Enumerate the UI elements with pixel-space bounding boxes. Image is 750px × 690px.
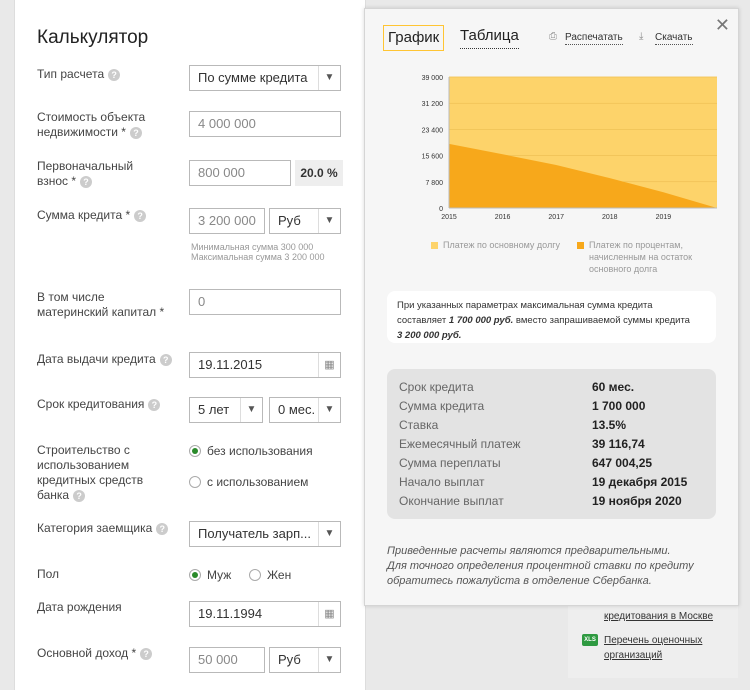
results-modal: ✕ График Таблица ⎙ Распечатать ⤓ Скачать… (364, 8, 739, 606)
chevron-down-icon: ▼ (318, 209, 340, 233)
summary-table: Срок кредита 60 мес. Сумма кредита 1 700 0… (387, 369, 716, 519)
calc-type-label: Тип расчета? (37, 67, 121, 82)
chevron-down-icon: ▼ (318, 522, 340, 546)
x-tick-label: 2019 (656, 214, 672, 221)
down-payment-input[interactable]: 800 000 (189, 160, 291, 186)
disclaimer-text: Приведенные расчеты являются предварител… (387, 545, 694, 587)
y-tick-label: 39 000 (422, 75, 444, 82)
income-input[interactable]: 50 000 (189, 647, 265, 673)
gender-radio-female[interactable]: Жен (249, 568, 291, 582)
loan-amount-input[interactable]: 3 200 000 (189, 208, 265, 234)
x-tick-label: 2016 (495, 214, 511, 221)
y-tick-label: 15 600 (422, 154, 444, 161)
issue-date-label: Дата выдачи кредита? (37, 352, 172, 367)
down-payment-label: Первоначальный взнос *? (37, 159, 134, 188)
help-icon[interactable]: ? (73, 489, 86, 502)
xls-file-icon: XLS (582, 634, 598, 646)
chevron-down-icon: ▼ (318, 398, 340, 422)
max-amount-note: При указанных параметрах максимальная су… (387, 291, 716, 343)
legend-swatch (577, 242, 584, 249)
help-icon[interactable]: ? (148, 398, 161, 411)
loan-amount-hint: Минимальная сумма 300 000 Максимальная су… (191, 242, 325, 262)
help-icon[interactable]: ? (140, 647, 153, 660)
y-tick-label: 31 200 (422, 101, 444, 108)
term-years-select[interactable]: 5 лет ▼ (189, 397, 263, 423)
legend-principal: Платеж по основному долгу (431, 239, 560, 251)
property-cost-input[interactable]: 4 000 000 (189, 111, 341, 137)
calendar-icon[interactable]: ▦ (318, 353, 340, 377)
side-links-box: кредитования в Москве XLS Перечень оцено… (568, 606, 738, 678)
payments-chart: 39 000 31 200 23 400 15 600 7 800 02015 2016 20… (422, 75, 717, 221)
y-tick-label: 23 400 (422, 127, 444, 134)
birth-date-label: Дата рождения (37, 600, 122, 614)
y-tick-label: 0 (439, 206, 443, 213)
legend-swatch (431, 242, 438, 249)
term-label: Срок кредитования? (37, 397, 161, 412)
issue-date-input[interactable]: 19.11.2015 ▦ (189, 352, 341, 378)
borrower-category-select[interactable]: Получатель зарп... ▼ (189, 521, 341, 547)
income-label: Основной доход *? (37, 646, 153, 661)
calc-type-select[interactable]: По сумме кредита ▼ (189, 65, 341, 91)
term-months-select[interactable]: 0 мес. ▼ (269, 397, 341, 423)
gender-radio-male[interactable]: Муж (189, 568, 231, 582)
gender-label: Пол (37, 567, 60, 581)
calendar-icon[interactable]: ▦ (318, 602, 340, 626)
property-cost-label: Стоимость объекта недвижимости *? (37, 110, 146, 139)
help-icon[interactable]: ? (129, 126, 142, 139)
help-icon[interactable]: ? (80, 175, 93, 188)
legend-interest: Платеж по процентам, начисленным на остат… (577, 239, 692, 275)
income-currency-select[interactable]: Руб ▼ (269, 647, 341, 673)
birth-date-input[interactable]: 19.11.1994 ▦ (189, 601, 341, 627)
radio-selected-icon (189, 569, 201, 581)
x-tick-label: 2018 (602, 214, 618, 221)
loan-currency-select[interactable]: Руб ▼ (269, 208, 341, 234)
x-tick-label: 2015 (441, 214, 457, 221)
chevron-down-icon: ▼ (240, 398, 262, 422)
construction-radio-with[interactable]: с использованием (189, 475, 308, 489)
chevron-down-icon: ▼ (318, 648, 340, 672)
radio-icon (249, 569, 261, 581)
loan-amount-label: Сумма кредита *? (37, 208, 147, 223)
down-payment-percent: 20.0 % (295, 160, 343, 186)
radio-selected-icon (189, 445, 201, 457)
x-tick-label: 2017 (548, 214, 564, 221)
maternity-capital-label: В том числе материнский капитал * (37, 290, 165, 319)
calculator-title: Калькулятор (37, 27, 149, 48)
link-moscow-crediting[interactable]: кредитования в Москве (604, 609, 713, 624)
help-icon[interactable]: ? (156, 522, 169, 535)
radio-icon (189, 476, 201, 488)
link-appraisal-orgs[interactable]: Перечень оценочных организаций (604, 633, 702, 663)
construction-label: Строительство с использованием кредитных с… (37, 443, 144, 502)
chevron-down-icon: ▼ (318, 66, 340, 90)
help-icon[interactable]: ? (108, 68, 121, 81)
y-tick-label: 7 800 (425, 180, 443, 187)
construction-radio-without[interactable]: без использования (189, 444, 313, 458)
help-icon[interactable]: ? (134, 209, 147, 222)
borrower-category-label: Категория заемщика? (37, 521, 169, 536)
calculator-panel: Калькулятор Тип расчета? По сумме кредит… (14, 0, 366, 690)
maternity-capital-input[interactable]: 0 (189, 289, 341, 315)
help-icon[interactable]: ? (159, 353, 172, 366)
